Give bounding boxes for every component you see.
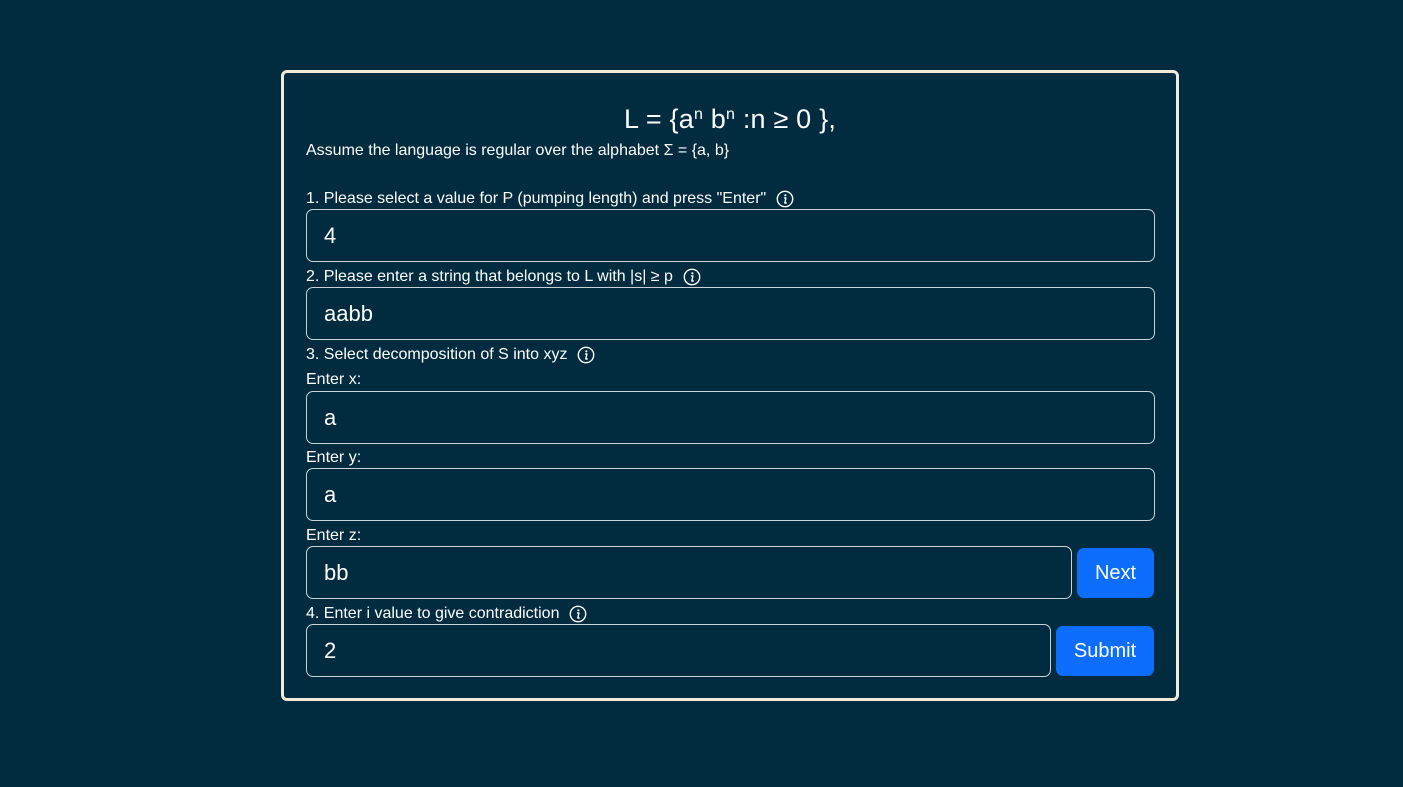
step3-label: 3. Select decomposition of S into xyz	[306, 345, 595, 365]
pumping-length-input[interactable]	[306, 209, 1155, 262]
submit-button[interactable]: Submit	[1056, 626, 1154, 676]
title-exponent-a: n	[694, 106, 704, 123]
next-button[interactable]: Next	[1077, 548, 1154, 598]
info-icon[interactable]	[776, 190, 794, 208]
step2-label: 2. Please enter a string that belongs to…	[306, 267, 701, 287]
z-label: Enter z:	[306, 527, 362, 544]
string-input[interactable]	[306, 287, 1155, 340]
alphabet-note: Assume the language is regular over the …	[306, 142, 730, 159]
title-mid: b	[703, 104, 727, 134]
language-title: L = {an bn :n ≥ 0 },	[284, 103, 1176, 135]
step1-label: 1. Please select a value for P (pumping …	[306, 189, 794, 209]
title-exponent-b: n	[726, 106, 736, 123]
title-prefix: L = {a	[623, 104, 694, 134]
info-icon[interactable]	[577, 346, 595, 364]
step3-label-text: 3. Select decomposition of S into xyz	[306, 346, 568, 363]
step1-label-text: 1. Please select a value for P (pumping …	[306, 190, 767, 207]
i-value-input[interactable]	[306, 624, 1051, 677]
step4-label-text: 4. Enter i value to give contradiction	[306, 605, 560, 622]
step4-label: 4. Enter i value to give contradiction	[306, 604, 587, 624]
y-label: Enter y:	[306, 449, 362, 466]
step2-label-text: 2. Please enter a string that belongs to…	[306, 268, 673, 285]
x-label: Enter x:	[306, 371, 362, 388]
y-input[interactable]	[306, 468, 1155, 521]
info-icon[interactable]	[569, 605, 587, 623]
pumping-lemma-card: L = {an bn :n ≥ 0 }, Assume the language…	[281, 70, 1179, 701]
x-input[interactable]	[306, 391, 1155, 444]
title-suffix: :n ≥ 0 },	[735, 104, 837, 134]
z-input[interactable]	[306, 546, 1072, 599]
info-icon[interactable]	[683, 268, 701, 286]
